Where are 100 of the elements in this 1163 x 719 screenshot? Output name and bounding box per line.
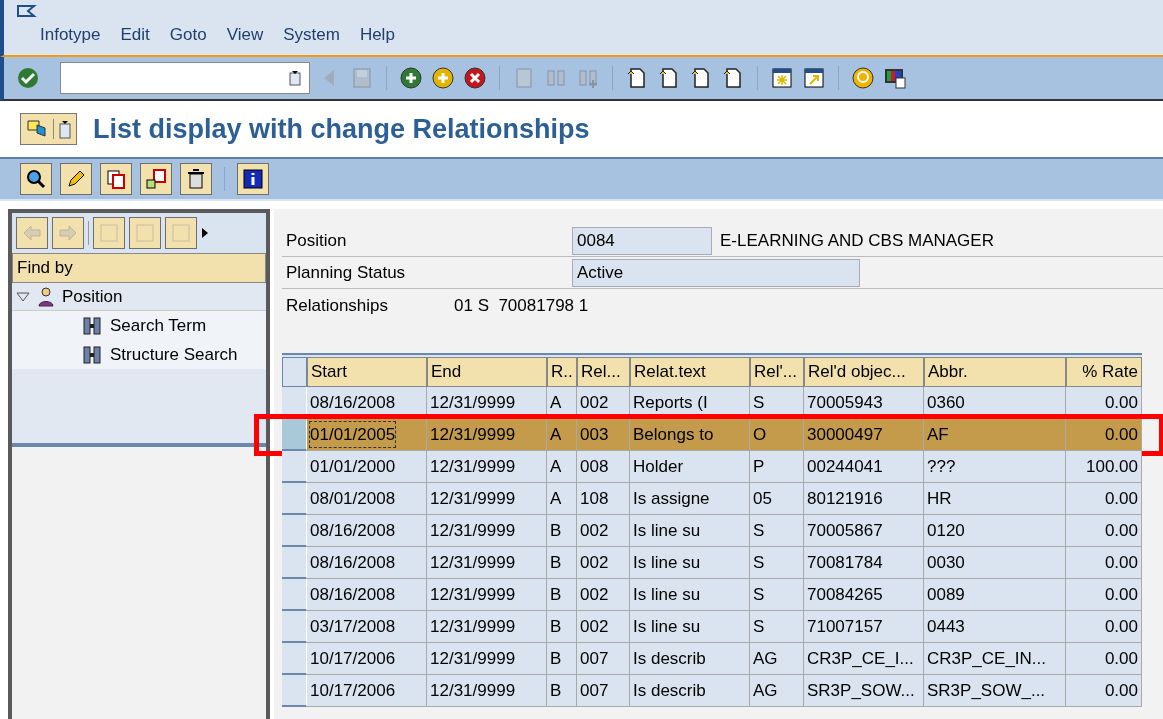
dropdown-icon[interactable] [289,70,301,86]
table-cell: 08/01/2008 [307,483,427,515]
table-cell: 002 [577,515,630,547]
table-cell: 10/17/2006 [307,643,427,675]
menu-item[interactable]: System [283,22,340,48]
table-cell: 70005867 [804,515,924,547]
table-cell: AG [750,675,804,707]
column-header[interactable]: End [427,357,547,387]
table-cell: HR [924,483,1066,515]
binoculars-icon [82,315,102,336]
tree-header: Find by [12,253,266,283]
shortcut-icon[interactable] [802,66,826,90]
column-header[interactable]: % Rate [1066,357,1142,387]
table-cell: 12/31/9999 [427,547,547,579]
table-cell: 003 [577,419,630,451]
menu-item[interactable]: Goto [169,22,207,48]
tree-item[interactable]: Search Term [110,312,207,339]
table-cell: AF [924,419,1066,451]
table-cell: 12/31/9999 [427,611,547,643]
table-cell: P [750,451,804,483]
table-cell: 0.00 [1066,547,1142,579]
layout-icon[interactable] [883,66,907,90]
column-header[interactable]: Relat.text [630,357,750,387]
table-cell: 008 [577,451,630,483]
table-cell: Is line su [630,547,750,579]
table-cell: 0.00 [1066,579,1142,611]
table-cell: B [547,515,577,547]
table-cell: 002 [577,579,630,611]
table-cell: A [547,483,577,515]
table-cell: 108 [577,483,630,515]
table-cell: 0443 [924,611,1066,643]
menu-item[interactable]: Infotype [40,22,101,48]
table-cell: S [750,611,804,643]
position-code-field: 0084 [572,226,712,255]
table-cell: CR3P_CE_I... [804,643,924,675]
table-cell: B [547,675,577,707]
table-cell: 002 [577,547,630,579]
page-title: List display with change Relationships [93,112,590,146]
table-cell: 0.00 [1066,419,1142,451]
table-cell: 03/17/2008 [307,611,427,643]
new-window-icon[interactable] [770,66,794,90]
table-cell: 12/31/9999 [427,515,547,547]
table-cell: CR3P_CE_IN... [924,643,1066,675]
column-header[interactable]: Rel'... [750,357,804,387]
table-cell: 12/31/9999 [427,451,547,483]
table-cell: 002 [577,611,630,643]
field-label: Relationships [285,295,390,318]
check-icon[interactable] [16,66,40,90]
table-cell: Is describ [630,643,750,675]
menu-item[interactable]: Help [359,22,395,48]
row-selector[interactable] [282,357,307,387]
menu-item[interactable]: Edit [120,22,150,48]
table-cell: 0.00 [1066,643,1142,675]
table-cell: Is line su [630,611,750,643]
table-cell: 100.00 [1066,451,1142,483]
column-header[interactable]: Rel... [577,357,630,387]
table-cell: A [547,419,577,451]
tree-item[interactable]: Structure Search [110,341,238,368]
table-cell: 70084265 [804,579,924,611]
menu-item[interactable]: View [226,22,264,48]
field-label: Planning Status [285,261,407,284]
table-cell: 05 [750,483,804,515]
column-header[interactable]: Rel'd objec... [804,357,924,387]
table-cell: ??? [924,451,1066,483]
table-cell: 12/31/9999 [427,419,547,451]
table-cell: Is line su [630,579,750,611]
binoculars-icon [82,344,102,365]
table-cell: 0.00 [1066,611,1142,643]
command-field[interactable] [60,62,310,94]
table-cell: 0.00 [1066,675,1142,707]
field-label: Position [285,229,348,252]
column-header[interactable]: Abbr. [924,357,1066,387]
table-cell: 10/17/2006 [307,675,427,707]
table-cell: 0.00 [1066,515,1142,547]
table-cell: Belongs to [630,419,750,451]
table-cell: Is line su [630,515,750,547]
table-cell: 0.00 [1066,483,1142,515]
table-cell: 30000497 [804,419,924,451]
position-name: E-LEARNING AND CBS MANAGER [720,229,994,252]
table-cell: 0120 [924,515,1066,547]
table-cell: SR3P_SOW... [804,675,924,707]
table-cell: 12/31/9999 [427,483,547,515]
table-cell: 0030 [924,547,1066,579]
table-cell: 12/31/9999 [427,643,547,675]
collapse-triangle-icon[interactable] [16,291,30,302]
column-header[interactable]: R.. [547,357,577,387]
table-cell: 007 [577,675,630,707]
table-cell: B [547,611,577,643]
table-cell: 08/16/2008 [307,579,427,611]
table-cell: S [750,547,804,579]
table-cell: 08/16/2008 [307,515,427,547]
cancel-icon[interactable] [463,66,487,90]
table-cell: 0089 [924,579,1066,611]
table-cell: 007 [577,643,630,675]
person-icon [38,286,54,307]
clipboard-icon[interactable] [58,119,72,139]
table-cell: Is describ [630,675,750,707]
column-header[interactable]: Start [307,357,427,387]
table-cell: 71007157 [804,611,924,643]
expand-arrow-icon[interactable] [201,227,209,239]
